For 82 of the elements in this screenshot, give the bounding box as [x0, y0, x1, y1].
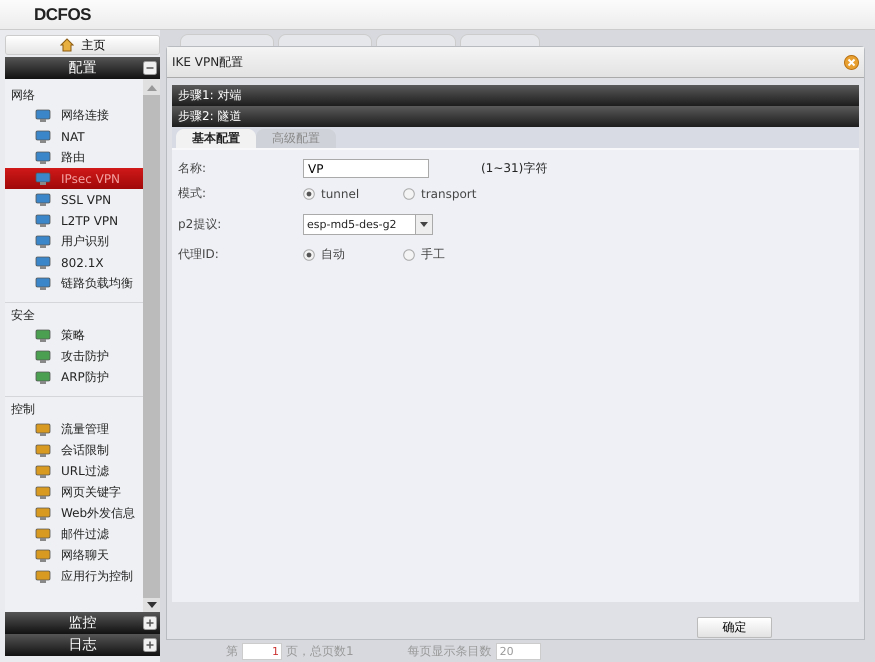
sidebar-item[interactable]: SSL VPN	[5, 189, 143, 210]
module-icon	[35, 214, 51, 228]
pager-text: 页，总页数1	[286, 642, 354, 660]
section-header[interactable]: 监控	[5, 612, 160, 634]
group-title: 网络	[10, 87, 36, 104]
radio-option[interactable]: transport	[403, 186, 503, 200]
field-label: 代理ID:	[178, 246, 220, 263]
module-icon	[35, 276, 51, 290]
field-label: 模式:	[178, 185, 208, 202]
close-icon[interactable]	[844, 54, 859, 70]
caret-icon	[420, 222, 428, 226]
step-bar[interactable]: 步骤1: 对端	[172, 85, 859, 106]
scrollbar[interactable]	[143, 79, 160, 612]
field-label: 名称:	[178, 160, 208, 177]
module-icon	[35, 108, 51, 122]
sidebar-item[interactable]: 路由	[5, 147, 143, 168]
sidebar-item[interactable]: Web外发信息	[5, 503, 143, 524]
sidebar-item[interactable]: ARP防护	[5, 367, 143, 388]
radio-icon[interactable]	[403, 248, 415, 260]
module-icon	[35, 150, 51, 164]
radio-option[interactable]: 自动	[303, 246, 403, 263]
module-icon	[35, 192, 51, 206]
section-title: 监控	[68, 614, 96, 632]
module-icon	[35, 464, 51, 478]
module-icon	[35, 130, 51, 144]
sidebar-item[interactable]: URL过滤	[5, 461, 143, 482]
field-label: p2提议:	[178, 216, 222, 232]
hint-text: (1~31)字符	[481, 160, 548, 177]
section-header[interactable]: 配置	[5, 57, 160, 79]
module-icon	[35, 486, 51, 500]
group-title: 控制	[10, 401, 36, 418]
sidebar-item[interactable]: 网页关键字	[5, 482, 143, 503]
module-icon	[35, 570, 51, 584]
dialog-title: IKE VPN配置	[172, 54, 244, 70]
module-icon	[35, 422, 51, 436]
expand-icon[interactable]	[143, 638, 157, 652]
collapse-icon[interactable]	[143, 61, 157, 75]
module-icon	[35, 172, 51, 186]
sidebar-item[interactable]: 网络连接	[5, 105, 143, 126]
sidebar-item[interactable]: 802.1X	[5, 252, 143, 273]
module-icon	[35, 548, 51, 562]
module-icon	[35, 528, 51, 542]
pager-text: 第	[226, 642, 238, 660]
pager-text: 每页显示条目数	[408, 642, 492, 660]
radio-icon[interactable]	[403, 188, 415, 200]
ok-button[interactable]: 确定	[697, 617, 772, 638]
dropdown[interactable]: esp-md5-des-g2	[303, 214, 433, 234]
module-icon	[35, 328, 51, 342]
module-icon	[35, 234, 51, 248]
sidebar-item[interactable]: 策略	[5, 325, 143, 346]
sidebar-item[interactable]: 网络聊天	[5, 545, 143, 566]
page-input[interactable]: 1	[242, 642, 282, 660]
section-header[interactable]: 日志	[5, 634, 160, 656]
input-field[interactable]: VP	[303, 159, 429, 178]
sidebar-item[interactable]: 链路负载均衡	[5, 273, 143, 294]
sidebar-item[interactable]: L2TP VPN	[5, 210, 143, 231]
radio-option[interactable]: tunnel	[303, 186, 403, 200]
sidebar-item[interactable]: NAT	[5, 126, 143, 147]
sidebar-item[interactable]: 应用行为控制	[5, 566, 143, 587]
sidebar-item[interactable]: 邮件过滤	[5, 524, 143, 545]
module-icon	[35, 506, 51, 520]
module-icon	[35, 370, 51, 384]
group-title: 安全	[10, 307, 36, 324]
scroll-down-icon[interactable]	[146, 602, 156, 608]
expand-icon[interactable]	[143, 616, 157, 630]
logo: DCFOS	[34, 4, 91, 24]
sidebar-item[interactable]: 流量管理	[5, 419, 143, 440]
section-title: 配置	[68, 59, 96, 77]
tab[interactable]: 基本配置	[176, 129, 256, 148]
sidebar-item[interactable]: 用户识别	[5, 231, 143, 252]
scroll-up-icon[interactable]	[146, 85, 156, 91]
module-icon	[35, 256, 51, 270]
radio-icon[interactable]	[303, 248, 315, 260]
sidebar-item[interactable]: 会话限制	[5, 440, 143, 461]
radio-option[interactable]: 手工	[403, 246, 503, 263]
module-icon	[35, 350, 51, 364]
section-title: 日志	[68, 636, 96, 654]
radio-icon[interactable]	[303, 188, 315, 200]
sidebar-item[interactable]: 攻击防护	[5, 346, 143, 367]
module-icon	[35, 444, 51, 458]
step-bar[interactable]: 步骤2: 隧道	[172, 106, 859, 127]
home-button[interactable]: 主页	[5, 35, 160, 55]
